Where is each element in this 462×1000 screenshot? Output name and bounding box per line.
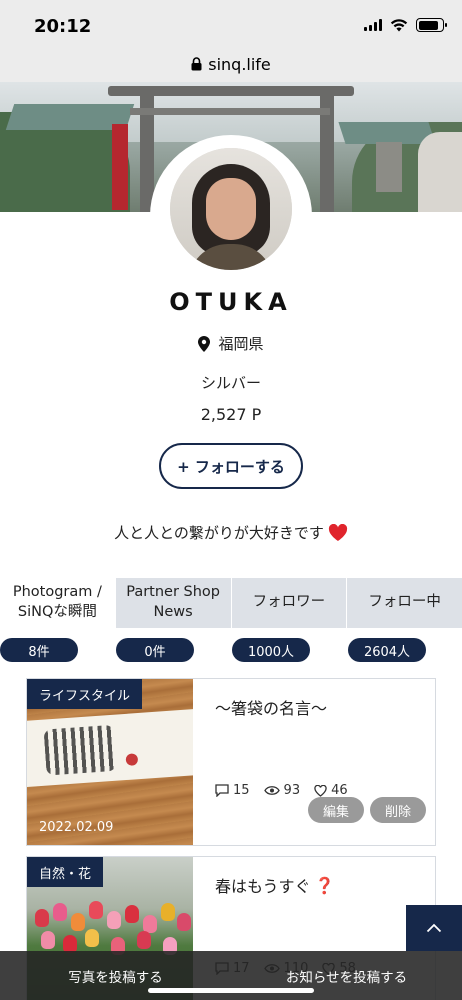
tab-photogram[interactable]: Photogram / SiNQな瞬間 <box>0 578 115 628</box>
post-title[interactable]: 春はもうすぐ ❓ <box>215 873 334 897</box>
location-pin-icon <box>198 335 211 352</box>
view-count: 93 <box>283 783 301 798</box>
post-title[interactable]: 〜箸袋の名言〜 <box>215 695 327 719</box>
post-date: 2022.02.09 <box>39 820 114 835</box>
following-count: 2604人 <box>348 638 426 662</box>
points: 2,527 P <box>200 405 262 424</box>
profile-location: 福岡県 <box>0 333 462 354</box>
red-heart-icon <box>328 523 347 541</box>
edit-button[interactable]: 編集 <box>308 797 364 823</box>
tab-followers[interactable]: フォロワー <box>230 578 347 628</box>
comment-count: 15 <box>233 783 250 798</box>
post-stats: 15 93 46 <box>215 783 348 798</box>
status-icons <box>364 18 447 32</box>
post-thumbnail[interactable]: ライフスタイル 2022.02.09 <box>27 679 193 845</box>
post-card[interactable]: ライフスタイル 2022.02.09 〜箸袋の名言〜 15 93 46 編集 削… <box>26 678 436 846</box>
category-badge: 自然・花 <box>27 857 104 887</box>
heart-icon <box>314 784 327 797</box>
status-time: 20:12 <box>34 16 92 37</box>
lock-icon <box>191 57 202 71</box>
home-indicator <box>148 988 314 993</box>
location-text: 福岡県 <box>218 335 264 353</box>
comment-icon <box>215 784 229 797</box>
member-rank: シルバー <box>200 374 261 392</box>
bio-text: 人と人との繋がりが大好きです <box>114 524 324 542</box>
avatar <box>170 148 292 270</box>
wifi-icon <box>390 18 408 31</box>
follow-button[interactable]: + フォローする <box>159 443 303 489</box>
tab-counts: 8件 0件 1000人 2604人 <box>0 638 462 662</box>
profile-name: OTUKA <box>169 288 293 316</box>
category-badge: ライフスタイル <box>27 679 143 709</box>
profile-tabs: Photogram / SiNQな瞬間 Partner Shop News フォ… <box>0 578 462 628</box>
status-bar: 20:12 <box>0 0 462 46</box>
battery-icon <box>416 18 447 32</box>
photogram-count: 8件 <box>0 638 78 662</box>
tab-partner-shop-news[interactable]: Partner Shop News <box>114 578 231 628</box>
tab-following[interactable]: フォロー中 <box>346 578 462 628</box>
profile-bio: 人と人との繋がりが大好きです ❤️ <box>0 522 462 543</box>
chevron-up-icon <box>426 923 442 933</box>
followers-count: 1000人 <box>232 638 310 662</box>
cellular-signal-icon <box>364 19 382 31</box>
scroll-to-top-button[interactable] <box>406 905 462 951</box>
delete-button[interactable]: 削除 <box>370 797 426 823</box>
partner-news-count: 0件 <box>116 638 194 662</box>
question-mark-emoji: ❓ <box>314 875 335 895</box>
eye-icon <box>263 786 280 795</box>
address-bar[interactable]: sinq.life <box>0 46 462 82</box>
like-count: 46 <box>331 783 348 798</box>
url-text: sinq.life <box>208 54 271 74</box>
post-title-text: 春はもうすぐ <box>215 877 311 896</box>
